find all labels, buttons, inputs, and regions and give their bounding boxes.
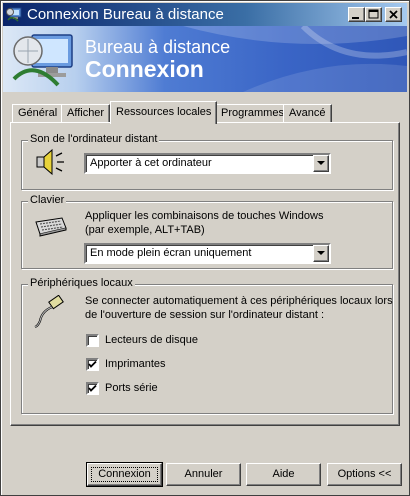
- serial-ports-checkbox[interactable]: [86, 382, 99, 395]
- sound-select-value: Apporter à cet ordinateur: [90, 157, 212, 169]
- keyboard-group-legend: Clavier: [28, 194, 67, 206]
- keyboard-icon: [34, 214, 68, 241]
- sound-select-dropdown-button[interactable]: [313, 155, 329, 172]
- remote-desktop-logo-icon: [8, 29, 78, 92]
- serial-ports-label[interactable]: Ports série: [105, 381, 158, 395]
- tab-display[interactable]: Afficher: [61, 104, 111, 123]
- title-bar[interactable]: Connexion Bureau à distance: [3, 3, 407, 26]
- tab-general[interactable]: Général: [12, 104, 64, 123]
- banner-title-line2: Connexion: [85, 56, 204, 82]
- options-button[interactable]: Options <<: [327, 463, 402, 486]
- devices-description-line2: de l'ouverture de session sur l'ordinate…: [85, 309, 324, 321]
- remote-desktop-icon: [6, 6, 23, 23]
- sound-select[interactable]: Apporter à cet ordinateur: [84, 153, 331, 174]
- tab-local-resources[interactable]: Ressources locales: [110, 101, 218, 124]
- window-title: Connexion Bureau à distance: [27, 6, 224, 23]
- disk-drives-label[interactable]: Lecteurs de disque: [105, 333, 198, 347]
- help-button[interactable]: Aide: [246, 463, 321, 486]
- remote-desktop-window: Connexion Bureau à distance Bureau à dis…: [0, 0, 410, 496]
- minimize-button[interactable]: [348, 7, 365, 22]
- chevron-down-icon: [317, 161, 325, 165]
- banner-title-line1: Bureau à distance: [85, 37, 231, 57]
- checkmark-icon: [88, 360, 97, 368]
- maximize-button[interactable]: [365, 7, 382, 22]
- tab-programs[interactable]: Programmes: [215, 104, 290, 123]
- keyboard-group: Clavier Appliquer les combinaisons de to…: [21, 194, 393, 269]
- keyboard-select-value: En mode plein écran uniquement: [90, 247, 252, 259]
- devices-description-line1: Se connecter automatiquement à ces périp…: [85, 295, 393, 307]
- sound-group: Son de l'ordinateur distant Apporter à c…: [21, 133, 393, 190]
- local-devices-group-legend: Périphériques locaux: [28, 277, 135, 289]
- connect-button[interactable]: Connexion: [86, 462, 163, 487]
- disk-drives-checkbox[interactable]: [86, 334, 99, 347]
- checkmark-icon: [88, 384, 97, 392]
- sound-group-legend: Son de l'ordinateur distant: [28, 133, 160, 145]
- header-banner: Bureau à distance Connexion: [3, 26, 407, 92]
- speaker-icon: [34, 147, 68, 180]
- tab-advanced[interactable]: Avancé: [283, 104, 332, 123]
- close-button[interactable]: [385, 7, 402, 22]
- keyboard-select[interactable]: En mode plein écran uniquement: [84, 243, 331, 264]
- keyboard-description-line2: (par exemple, ALT+TAB): [85, 224, 205, 236]
- keyboard-description-line1: Appliquer les combinaisons de touches Wi…: [85, 210, 324, 222]
- keyboard-select-dropdown-button[interactable]: [313, 245, 329, 262]
- cancel-button[interactable]: Annuler: [166, 463, 241, 486]
- chevron-down-icon: [317, 251, 325, 255]
- plug-icon: [32, 294, 66, 332]
- printers-label[interactable]: Imprimantes: [105, 357, 166, 371]
- local-devices-group: Périphériques locaux Se connecter automa…: [21, 277, 393, 414]
- printers-checkbox[interactable]: [86, 358, 99, 371]
